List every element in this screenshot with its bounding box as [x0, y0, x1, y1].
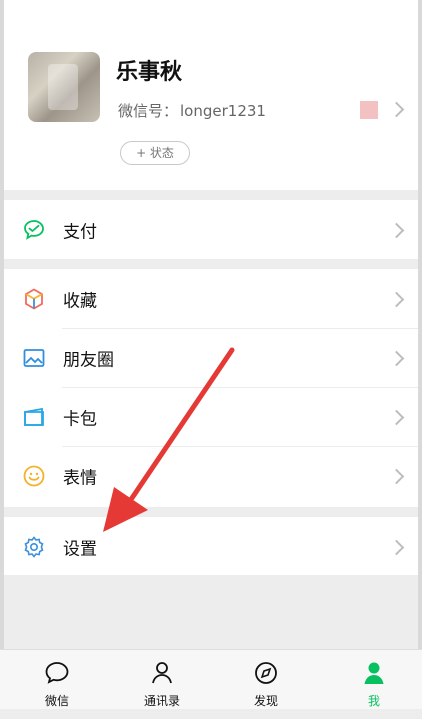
chevron-right-icon: [388, 539, 405, 556]
favorites-icon: [25, 287, 43, 310]
tab-contacts[interactable]: 通讯录: [110, 650, 214, 710]
tab-label: 发现: [253, 694, 278, 708]
tab-label: 我: [367, 694, 380, 708]
profile-chevron-right-icon[interactable]: [388, 101, 405, 118]
chevron-right-icon: [388, 350, 405, 367]
bottom-strip: [0, 709, 422, 719]
tab-chats[interactable]: 微信: [5, 650, 109, 710]
avatar[interactable]: [28, 52, 100, 122]
tab-discover[interactable]: 发现: [214, 650, 318, 710]
stickers-icon: [23, 465, 45, 486]
tab-me[interactable]: 我: [322, 650, 422, 710]
settings-section: 设置: [4, 517, 418, 575]
tools-section: 收藏 朋友圈 卡包 表情: [4, 269, 418, 507]
gear-icon: [24, 535, 44, 558]
menu-item-label: 收藏: [63, 291, 97, 311]
menu-item-pay[interactable]: 支付: [4, 200, 418, 259]
menu-item-stickers[interactable]: 表情: [4, 446, 418, 505]
chevron-right-icon: [388, 291, 405, 308]
tab-label: 通讯录: [143, 694, 180, 708]
profile-card[interactable]: 乐事秋 微信号： longer1231 + 状态: [4, 0, 418, 190]
status-button[interactable]: + 状态: [120, 141, 190, 165]
chevron-right-icon: [388, 222, 405, 239]
moments-icon: [23, 348, 45, 367]
right-edge: [418, 0, 422, 719]
chat-bubble-icon: [45, 662, 69, 684]
menu-item-moments[interactable]: 朋友圈: [4, 328, 418, 387]
menu-item-label: 朋友圈: [63, 350, 114, 370]
menu-item-label: 卡包: [63, 409, 97, 429]
nickname: 乐事秋: [116, 60, 183, 85]
contacts-icon: [152, 662, 172, 684]
compass-icon: [255, 662, 277, 684]
tab-label: 微信: [44, 694, 69, 708]
menu-item-favorites[interactable]: 收藏: [4, 269, 418, 328]
menu-item-label: 支付: [63, 222, 97, 242]
wechat-id-value: longer1231: [180, 102, 266, 120]
bottom-tab-bar: 微信 通讯录 发现 我: [0, 649, 422, 710]
person-icon: [364, 662, 384, 684]
menu-item-settings[interactable]: 设置: [4, 517, 418, 576]
card-package-icon: [24, 407, 44, 426]
chevron-right-icon: [388, 409, 405, 426]
menu-item-label: 设置: [63, 539, 97, 559]
menu-item-cards[interactable]: 卡包: [4, 387, 418, 446]
qr-code-icon[interactable]: [360, 101, 378, 119]
wechat-id-label: 微信号：: [118, 102, 179, 120]
chevron-right-icon: [388, 468, 405, 485]
menu-item-label: 表情: [63, 468, 97, 488]
wechat-id: 微信号： longer1231: [118, 100, 266, 121]
pay-section: 支付: [4, 200, 418, 259]
pay-icon: [24, 219, 44, 240]
